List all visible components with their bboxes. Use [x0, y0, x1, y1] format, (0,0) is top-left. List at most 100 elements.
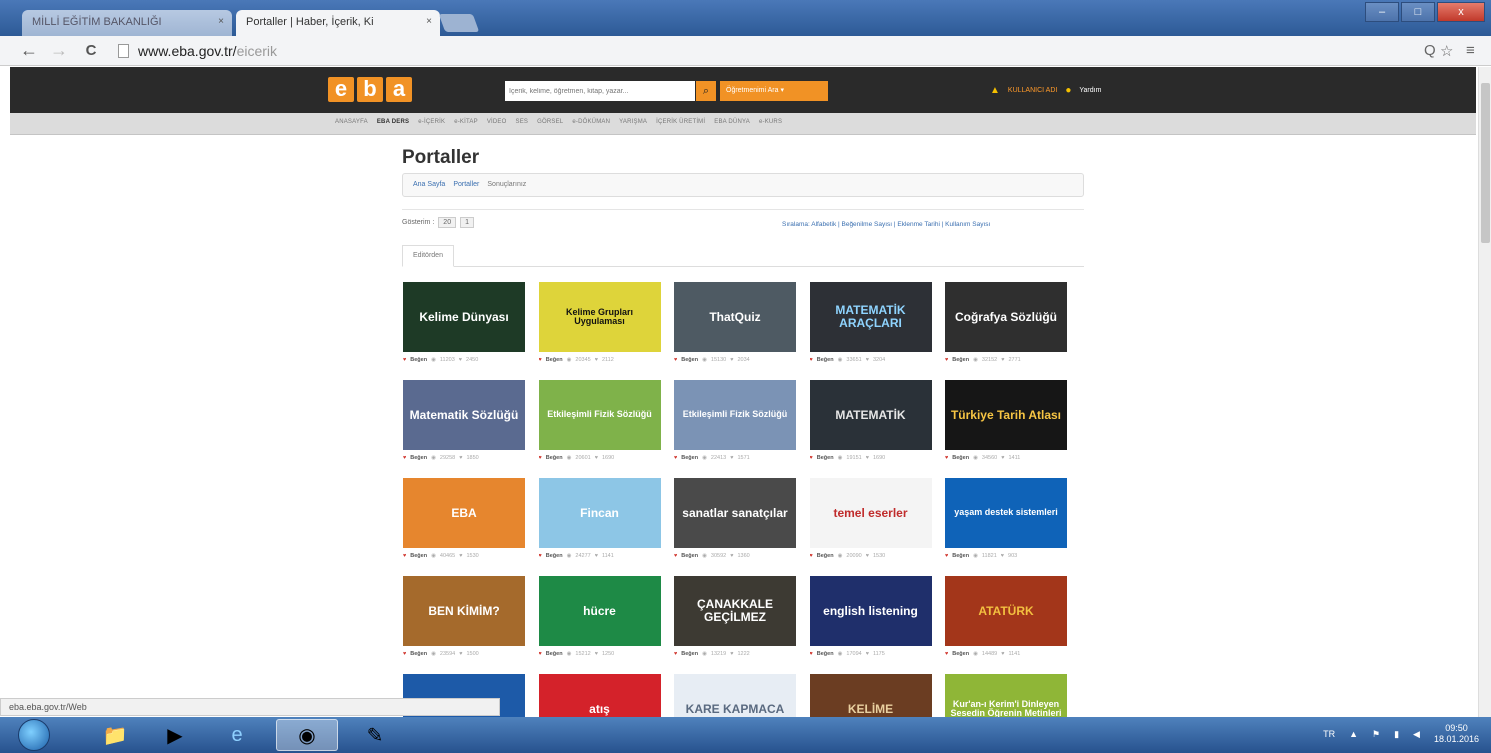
- heart-icon[interactable]: ♥: [945, 651, 948, 657]
- sort-options[interactable]: Sıralama: Alfabetik | Beğenilme Sayısı |…: [782, 221, 990, 228]
- like-link[interactable]: Beğen: [546, 357, 563, 363]
- portal-card[interactable]: MATEMATİK ♥ Beğen ◉ 19151 ♥ 1690: [809, 380, 932, 474]
- volume-icon[interactable]: ◀: [1413, 729, 1420, 740]
- portal-thumbnail[interactable]: Fincan: [538, 478, 661, 548]
- zoom-icon[interactable]: Q: [1424, 42, 1436, 59]
- tab-close-icon[interactable]: ×: [426, 16, 432, 27]
- portal-thumbnail[interactable]: yaşam destek sistemleri: [945, 478, 1067, 548]
- ie-icon[interactable]: e: [206, 719, 268, 751]
- portal-thumbnail[interactable]: hücre: [538, 576, 661, 646]
- menu-icon[interactable]: ≡: [1466, 42, 1475, 59]
- heart-icon[interactable]: ♥: [945, 357, 948, 363]
- new-tab-button[interactable]: [438, 14, 480, 32]
- like-link[interactable]: Beğen: [681, 455, 698, 461]
- heart-icon[interactable]: ♥: [539, 357, 542, 363]
- heart-icon[interactable]: ♥: [674, 553, 677, 559]
- portal-card[interactable]: ThatQuiz ♥ Beğen ◉ 15130 ♥ 2034: [674, 282, 796, 376]
- close-window-button[interactable]: x: [1437, 2, 1485, 22]
- portal-thumbnail[interactable]: Kelime Dünyası: [403, 282, 525, 352]
- portal-thumbnail[interactable]: KELİME: [809, 674, 932, 717]
- minimize-button[interactable]: –: [1365, 2, 1399, 22]
- heart-icon[interactable]: ♥: [539, 553, 542, 559]
- menu-item[interactable]: e-KURS: [759, 119, 782, 125]
- language-indicator[interactable]: TR: [1323, 729, 1335, 739]
- explorer-icon[interactable]: 📁: [84, 719, 146, 751]
- heart-icon[interactable]: ♥: [539, 455, 542, 461]
- portal-thumbnail[interactable]: Coğrafya Sözlüğü: [945, 282, 1067, 352]
- portal-thumbnail[interactable]: Türkiye Tarih Atlası: [945, 380, 1067, 450]
- portal-card[interactable]: Kelime Dünyası ♥ Beğen ◉ 11203 ♥ 2450: [403, 282, 525, 376]
- heart-icon[interactable]: ♥: [810, 553, 813, 559]
- portal-thumbnail[interactable]: Matematik Sözlüğü: [403, 380, 525, 450]
- like-link[interactable]: Beğen: [410, 455, 427, 461]
- user-name[interactable]: KULLANICI ADI: [1008, 87, 1057, 94]
- like-link[interactable]: Beğen: [681, 651, 698, 657]
- portal-card[interactable]: MATEMATİK ARAÇLARI ♥ Beğen ◉ 33651 ♥ 3204: [809, 282, 932, 376]
- portal-card[interactable]: KARE KAPMACA: [674, 674, 796, 717]
- portal-thumbnail[interactable]: ÇANAKKALE GEÇİLMEZ: [674, 576, 796, 646]
- portal-thumbnail[interactable]: sanatlar sanatçılar: [674, 478, 796, 548]
- eba-logo[interactable]: e b a: [328, 77, 412, 102]
- portal-thumbnail[interactable]: KARE KAPMACA: [674, 674, 796, 717]
- portal-card[interactable]: Fincan ♥ Beğen ◉ 24277 ♥ 1141: [538, 478, 661, 572]
- portal-thumbnail[interactable]: temel eserler: [809, 478, 932, 548]
- reload-icon[interactable]: C: [80, 42, 102, 59]
- menu-item[interactable]: ANASAYFA: [335, 119, 368, 125]
- help-link[interactable]: Yardım: [1079, 87, 1101, 94]
- flag-icon[interactable]: ⚑: [1372, 729, 1380, 740]
- heart-icon[interactable]: ♥: [810, 455, 813, 461]
- bookmark-star-icon[interactable]: ☆: [1440, 42, 1453, 60]
- portal-thumbnail[interactable]: Etkileşimli Fizik Sözlüğü: [674, 380, 796, 450]
- portal-thumbnail[interactable]: EBA: [403, 478, 525, 548]
- menu-item[interactable]: e-KİTAP: [454, 119, 478, 125]
- portal-card[interactable]: atış: [538, 674, 661, 717]
- like-link[interactable]: Beğen: [817, 455, 834, 461]
- like-link[interactable]: Beğen: [817, 553, 834, 559]
- network-icon[interactable]: ▮: [1394, 729, 1399, 740]
- portal-thumbnail[interactable]: english listening: [809, 576, 932, 646]
- tab-meb[interactable]: MİLLİ EĞİTİM BAKANLIĞI ×: [22, 10, 232, 36]
- menu-item[interactable]: EBA DERS: [377, 119, 409, 125]
- search-input[interactable]: [505, 81, 695, 101]
- portal-card[interactable]: EBA ♥ Beğen ◉ 40465 ♥ 1530: [403, 478, 525, 572]
- forward-icon[interactable]: →: [48, 40, 70, 61]
- heart-icon[interactable]: ♥: [674, 357, 677, 363]
- like-link[interactable]: Beğen: [952, 651, 969, 657]
- portal-thumbnail[interactable]: ThatQuiz: [674, 282, 796, 352]
- breadcrumb-portaller[interactable]: Portaller: [453, 181, 479, 189]
- search-icon[interactable]: ⌕: [696, 81, 716, 101]
- portal-card[interactable]: temel eserler ♥ Beğen ◉ 20090 ♥ 1530: [809, 478, 932, 572]
- portal-thumbnail[interactable]: Kur'an-ı Kerim'i Dinleyen Sesedin Öğreni…: [945, 674, 1067, 717]
- portal-card[interactable]: Matematik Sözlüğü ♥ Beğen ◉ 29258 ♥ 1850: [403, 380, 525, 474]
- media-player-icon[interactable]: ▶: [144, 719, 206, 751]
- menu-item[interactable]: VİDEO: [487, 119, 507, 125]
- clock[interactable]: 09:50 18.01.2016: [1434, 723, 1479, 745]
- maximize-button[interactable]: □: [1401, 2, 1435, 22]
- menu-item[interactable]: e-DÖKÜMAN: [572, 119, 610, 125]
- heart-icon[interactable]: ♥: [403, 651, 406, 657]
- tab-editorden[interactable]: Editörden: [402, 245, 454, 267]
- menu-item[interactable]: EBA DÜNYA: [714, 119, 750, 125]
- portal-thumbnail[interactable]: MATEMATİK ARAÇLARI: [809, 282, 932, 352]
- scrollbar[interactable]: [1478, 67, 1491, 717]
- portal-card[interactable]: Etkileşimli Fizik Sözlüğü ♥ Beğen ◉ 22413 ♥ 15…: [674, 380, 796, 474]
- heart-icon[interactable]: ♥: [403, 455, 406, 461]
- portal-card[interactable]: english listening ♥ Beğen ◉ 17094 ♥ 1175: [809, 576, 932, 670]
- like-link[interactable]: Beğen: [546, 553, 563, 559]
- breadcrumb-home[interactable]: Ana Sayfa: [413, 181, 445, 189]
- like-link[interactable]: Beğen: [546, 455, 563, 461]
- like-link[interactable]: Beğen: [817, 651, 834, 657]
- tab-portaller[interactable]: Portaller | Haber, İçerik, Ki ×: [236, 10, 440, 36]
- portal-card[interactable]: Türkiye Tarih Atlası ♥ Beğen ◉ 34560 ♥ 1411: [945, 380, 1067, 474]
- menu-item[interactable]: GÖRSEL: [537, 119, 563, 125]
- like-link[interactable]: Beğen: [410, 553, 427, 559]
- portal-thumbnail[interactable]: Etkileşimli Fizik Sözlüğü: [538, 380, 661, 450]
- paint-icon[interactable]: ✎: [344, 719, 406, 751]
- tray-arrow-icon[interactable]: ▲: [1349, 729, 1358, 739]
- menu-item[interactable]: e-İÇERİK: [418, 119, 445, 125]
- heart-icon[interactable]: ♥: [403, 357, 406, 363]
- heart-icon[interactable]: ♥: [810, 651, 813, 657]
- portal-card[interactable]: KELİME: [809, 674, 932, 717]
- like-link[interactable]: Beğen: [681, 553, 698, 559]
- address-bar[interactable]: www.eba.gov.tr/eicerik: [112, 40, 1402, 62]
